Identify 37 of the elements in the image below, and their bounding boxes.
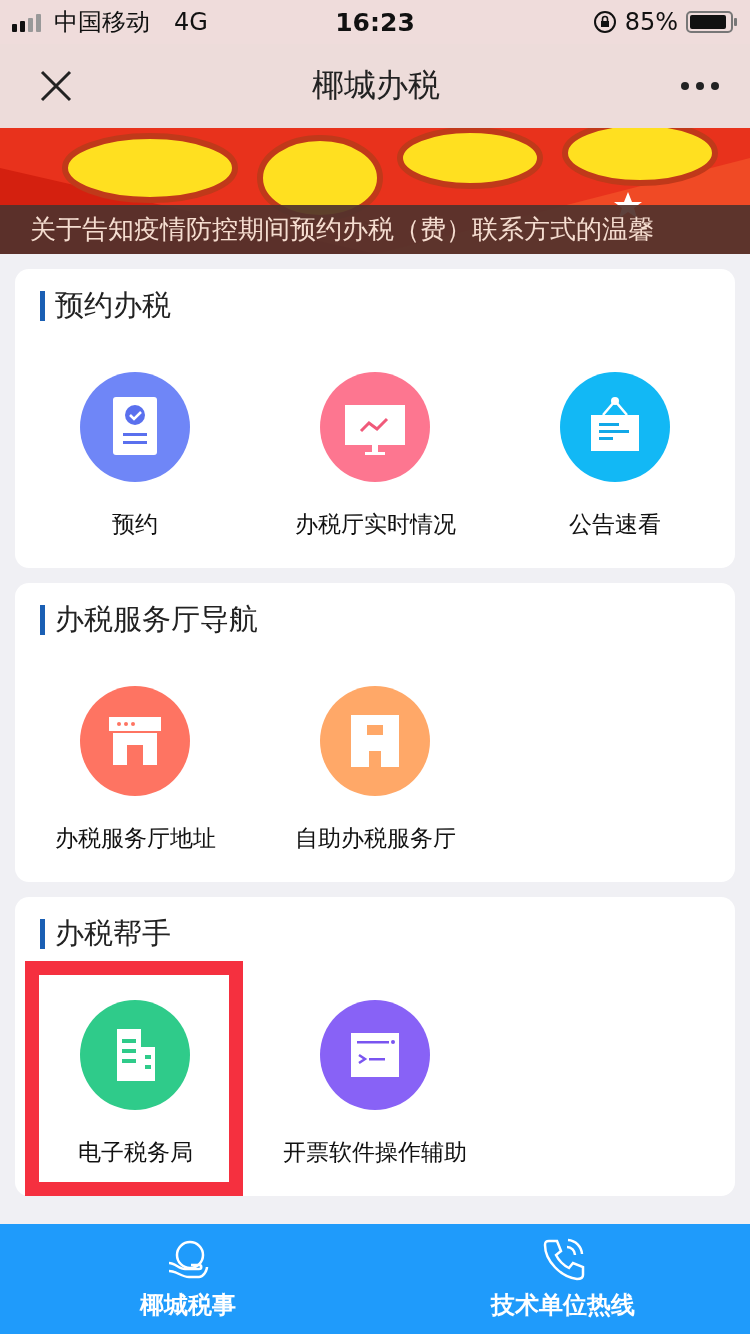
service-item[interactable]: 电子税务局 xyxy=(15,961,255,1196)
service-item[interactable]: 公告速看 xyxy=(495,333,735,568)
monitor-icon xyxy=(320,372,430,482)
notice-icon xyxy=(560,372,670,482)
service-label: 公告速看 xyxy=(569,510,661,539)
battery-icon xyxy=(686,10,738,34)
service-label: 电子税务局 xyxy=(77,1138,193,1167)
office-icon xyxy=(80,1000,190,1110)
title-marker xyxy=(40,291,45,321)
storefront-icon xyxy=(80,686,190,796)
section-title: 办税服务厅导航 xyxy=(55,601,258,638)
service-item[interactable]: 自助办税服务厅 xyxy=(255,647,495,882)
service-item[interactable]: 预约 xyxy=(15,333,255,568)
clock-time: 16:23 xyxy=(335,7,415,37)
service-item[interactable]: 开票软件操作辅助 xyxy=(255,961,495,1196)
service-label: 自助办税服务厅 xyxy=(294,824,456,853)
network-type: 4G xyxy=(174,8,208,36)
carrier-name: 中国移动 xyxy=(54,7,150,38)
service-label: 办税服务厅地址 xyxy=(54,824,216,853)
title-marker xyxy=(40,919,45,949)
close-icon[interactable] xyxy=(40,70,72,102)
building-icon xyxy=(320,686,430,796)
document-icon xyxy=(80,372,190,482)
service-label: 办税厅实时情况 xyxy=(294,510,456,539)
section-title: 预约办税 xyxy=(55,287,171,324)
service-item[interactable]: 办税服务厅地址 xyxy=(15,647,255,882)
terminal-icon xyxy=(320,1000,430,1110)
page-title: 椰城办税 xyxy=(312,65,440,106)
more-icon[interactable] xyxy=(680,81,720,91)
service-item[interactable]: 办税厅实时情况 xyxy=(255,333,495,568)
battery-percent: 85% xyxy=(624,8,678,36)
rotation-lock-icon xyxy=(592,10,617,34)
service-label: 开票软件操作辅助 xyxy=(283,1138,467,1167)
title-marker xyxy=(40,605,45,635)
banner-caption: 关于告知疫情防控期间预约办税（费）联系方式的温馨 xyxy=(0,205,750,254)
section-title: 办税帮手 xyxy=(55,915,171,952)
service-label: 预约 xyxy=(112,510,158,539)
